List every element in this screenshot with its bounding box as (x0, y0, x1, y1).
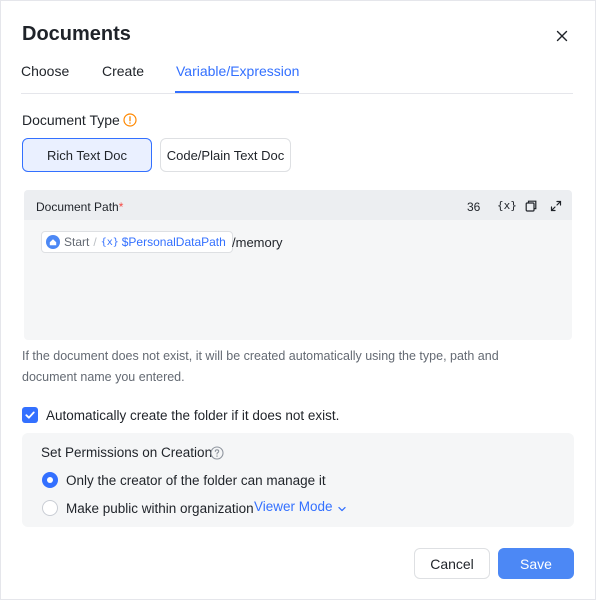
radio-selected-icon[interactable] (42, 472, 58, 488)
viewer-mode-dropdown[interactable]: Viewer Mode (254, 499, 347, 514)
dialog-title: Documents (22, 23, 131, 45)
document-path-header: Document Path* 36 {x} (24, 190, 572, 220)
document-path-label-text: Document Path (36, 200, 119, 214)
variable-icon: {x} (100, 236, 119, 248)
tab-create[interactable]: Create (102, 63, 144, 79)
expand-icon[interactable] (549, 199, 563, 213)
cancel-button[interactable]: Cancel (414, 548, 490, 579)
save-button[interactable]: Save (498, 548, 574, 579)
document-type-label: Document Type (22, 112, 120, 128)
permission-option-public[interactable]: Make public within organization (42, 499, 254, 517)
permission-option-creator-label: Only the creator of the folder can manag… (66, 472, 326, 488)
active-tab-indicator (175, 91, 299, 93)
chip-node-name: Start (64, 235, 90, 249)
home-icon (46, 235, 60, 249)
copy-icon[interactable] (524, 199, 538, 213)
permission-option-public-label: Make public within organization (66, 500, 254, 516)
chip-separator: / (93, 235, 97, 249)
path-suffix-text: /memory (232, 235, 283, 250)
help-icon[interactable] (210, 446, 224, 460)
char-count: 36 (467, 200, 481, 214)
permissions-title: Set Permissions on Creation (41, 445, 213, 460)
close-icon[interactable] (553, 27, 571, 45)
viewer-mode-label: Viewer Mode (254, 499, 333, 514)
required-mark: * (118, 200, 124, 214)
document-path-editor[interactable]: Document Path* 36 {x} Start / {x} $Perso… (24, 190, 572, 340)
auto-create-folder-checkbox[interactable]: Automatically create the folder if it do… (22, 406, 339, 424)
code-plain-text-doc-button[interactable]: Code/Plain Text Doc (160, 138, 291, 172)
variable-chip[interactable]: Start / {x} $PersonalDataPath (41, 231, 233, 253)
warning-icon (123, 113, 137, 127)
auto-create-folder-label: Automatically create the folder if it do… (46, 407, 340, 423)
permissions-panel: Set Permissions on Creation Only the cre… (22, 433, 574, 527)
radio-unselected-icon[interactable] (42, 500, 58, 516)
tab-choose[interactable]: Choose (21, 63, 69, 79)
chevron-down-icon (337, 502, 347, 512)
chip-variable-name: $PersonalDataPath (121, 235, 226, 249)
documents-dialog: Documents Choose Create Variable/Express… (0, 0, 596, 600)
document-path-label: Document Path* (36, 200, 123, 214)
checkbox-checked-icon[interactable] (22, 407, 38, 423)
insert-variable-icon[interactable]: {x} (497, 199, 517, 213)
permission-option-creator[interactable]: Only the creator of the folder can manag… (42, 471, 326, 489)
path-hint: If the document does not exist, it will … (22, 349, 499, 384)
tab-bar: Choose Create Variable/Expression (21, 61, 573, 94)
rich-text-doc-button[interactable]: Rich Text Doc (22, 138, 152, 172)
tab-variable-expression[interactable]: Variable/Expression (176, 63, 299, 79)
